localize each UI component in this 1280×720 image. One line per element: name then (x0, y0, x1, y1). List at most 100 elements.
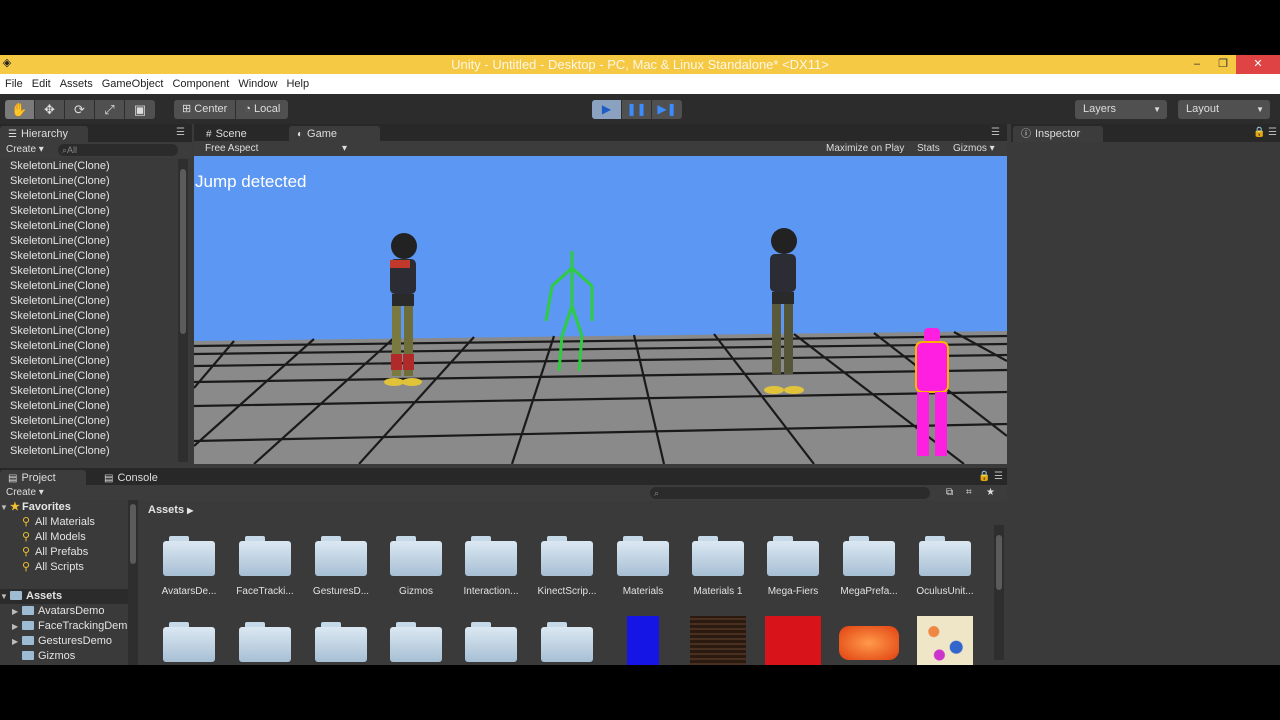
minimize-button[interactable]: – (1184, 55, 1210, 74)
gizmos-dropdown[interactable]: Gizmos ▾ (953, 141, 995, 157)
asset-folder[interactable] (532, 622, 602, 662)
scale-icon[interactable]: ⤢ (95, 100, 125, 119)
asset-folder[interactable] (230, 622, 300, 662)
list-item[interactable]: SkeletonLine(Clone) (0, 294, 178, 309)
list-item[interactable]: SkeletonLine(Clone) (0, 204, 178, 219)
list-item[interactable]: SkeletonLine(Clone) (0, 264, 178, 279)
rect-icon[interactable]: ▣ (125, 100, 155, 119)
asset-folder[interactable]: FaceTracki... (230, 536, 300, 597)
pivot-local-button[interactable]: ◔ Local (236, 100, 289, 119)
rotate-icon[interactable]: ⟳ (65, 100, 95, 119)
favorite-item[interactable]: ⚲ All Prefabs (0, 545, 128, 560)
hierarchy-search-input[interactable]: ⌕All (58, 144, 178, 156)
scrollbar-thumb[interactable] (996, 535, 1002, 590)
menu-window[interactable]: Window (235, 78, 283, 90)
tree-folder[interactable]: Gizmos (0, 649, 128, 664)
tab-scene[interactable]: # Scene (198, 126, 255, 142)
favorite-item[interactable]: ⚲ All Materials (0, 515, 128, 530)
project-create-button[interactable]: Create ▾ (0, 487, 44, 498)
tree-folder[interactable]: ▶ FaceTrackingDemo (0, 619, 128, 634)
tab-inspector[interactable]: ⓘ Inspector (1013, 126, 1103, 142)
scrollbar-thumb[interactable] (180, 169, 186, 334)
asset-material-thumb[interactable] (758, 616, 828, 665)
hierarchy-create-button[interactable]: Create ▾ (0, 144, 44, 155)
asset-folder[interactable]: GesturesD... (306, 536, 376, 597)
project-tree-scrollbar[interactable] (128, 500, 138, 665)
hierarchy-scrollbar[interactable] (178, 159, 188, 462)
asset-folder[interactable]: Interaction... (456, 536, 526, 597)
menu-file[interactable]: File (2, 78, 29, 90)
assets-scrollbar[interactable] (994, 525, 1004, 660)
asset-folder[interactable]: MegaPrefa... (834, 536, 904, 597)
aspect-dropdown[interactable]: Free Aspect (205, 141, 258, 157)
asset-folder[interactable]: KinectScrip... (532, 536, 602, 597)
list-item[interactable]: SkeletonLine(Clone) (0, 234, 178, 249)
asset-folder[interactable] (306, 622, 376, 662)
close-button[interactable]: ✕ (1236, 55, 1280, 74)
asset-folder[interactable]: Materials (608, 536, 678, 597)
asset-folder[interactable] (381, 622, 451, 662)
tab-console[interactable]: ▤ Console (96, 470, 166, 486)
asset-folder[interactable] (456, 622, 526, 662)
asset-texture-thumb[interactable] (910, 616, 980, 665)
list-item[interactable]: SkeletonLine(Clone) (0, 339, 178, 354)
list-item[interactable]: SkeletonLine(Clone) (0, 429, 178, 444)
favorites-header[interactable]: ▼ ★ Favorites (0, 500, 128, 515)
asset-folder[interactable]: Mega-Fiers (758, 536, 828, 597)
maximize-on-play-toggle[interactable]: Maximize on Play (826, 141, 904, 157)
asset-material-thumb[interactable] (608, 616, 678, 665)
filter-type-icon[interactable]: ⧉ (946, 485, 953, 501)
scrollbar-thumb[interactable] (130, 504, 136, 564)
asset-folder[interactable]: Gizmos (381, 536, 451, 597)
assets-root[interactable]: ▼ Assets (0, 589, 128, 604)
menu-gameobject[interactable]: GameObject (99, 78, 170, 90)
lock-icon[interactable]: 🔒 (1253, 127, 1265, 138)
tab-hierarchy[interactable]: ☰ Hierarchy (0, 126, 88, 142)
asset-folder[interactable]: AvatarsDe... (154, 536, 224, 597)
star-icon[interactable]: ★ (986, 485, 995, 501)
panel-menu-icon[interactable]: ☰ (1268, 127, 1277, 138)
list-item[interactable]: SkeletonLine(Clone) (0, 399, 178, 414)
list-item[interactable]: SkeletonLine(Clone) (0, 384, 178, 399)
panel-menu-icon[interactable]: ☰ (176, 127, 185, 138)
list-item[interactable]: SkeletonLine(Clone) (0, 279, 178, 294)
tab-game[interactable]: ◐ Game (289, 126, 380, 142)
game-view[interactable]: Jump detected (194, 156, 1007, 464)
asset-material-thumb[interactable] (834, 616, 904, 660)
project-search-input[interactable]: ⌕ (650, 487, 930, 499)
tag-icon[interactable]: ⌗ (966, 485, 972, 501)
list-item[interactable]: SkeletonLine(Clone) (0, 444, 178, 459)
list-item[interactable]: SkeletonLine(Clone) (0, 324, 178, 339)
menu-assets[interactable]: Assets (57, 78, 99, 90)
asset-folder[interactable]: OculusUnit... (910, 536, 980, 597)
step-icon[interactable]: ▶❚ (652, 100, 682, 119)
tree-folder[interactable]: ▶ AvatarsDemo (0, 604, 128, 619)
panel-menu-icon[interactable]: ☰ (991, 127, 1000, 138)
stats-toggle[interactable]: Stats (917, 141, 940, 157)
maximize-button[interactable]: ❐ (1210, 55, 1236, 74)
menu-component[interactable]: Component (169, 78, 235, 90)
panel-menu-icon[interactable]: ☰ (994, 471, 1003, 482)
list-item[interactable]: SkeletonLine(Clone) (0, 219, 178, 234)
pivot-center-button[interactable]: ⊞ Center (174, 100, 237, 119)
menu-edit[interactable]: Edit (29, 78, 57, 90)
list-item[interactable]: SkeletonLine(Clone) (0, 174, 178, 189)
list-item[interactable]: SkeletonLine(Clone) (0, 189, 178, 204)
list-item[interactable]: SkeletonLine(Clone) (0, 369, 178, 384)
layout-dropdown[interactable]: Layout ▼ (1178, 100, 1270, 119)
favorite-item[interactable]: ⚲ All Scripts (0, 560, 128, 575)
list-item[interactable]: SkeletonLine(Clone) (0, 249, 178, 264)
breadcrumb[interactable]: Assets ▶ (142, 502, 193, 519)
pause-icon[interactable]: ❚❚ (622, 100, 652, 119)
tab-project[interactable]: ▤ Project (0, 470, 86, 486)
move-icon[interactable]: ✥ (35, 100, 65, 119)
list-item[interactable]: SkeletonLine(Clone) (0, 159, 178, 174)
asset-folder[interactable] (154, 622, 224, 662)
lock-icon[interactable]: 🔒 (978, 471, 990, 482)
play-icon[interactable]: ▶ (592, 100, 622, 119)
favorite-item[interactable]: ⚲ All Models (0, 530, 128, 545)
tree-folder[interactable]: ▶ GesturesDemo (0, 634, 128, 649)
hand-icon[interactable]: ✋ (5, 100, 35, 119)
list-item[interactable]: SkeletonLine(Clone) (0, 414, 178, 429)
asset-folder[interactable]: Materials 1 (683, 536, 753, 597)
